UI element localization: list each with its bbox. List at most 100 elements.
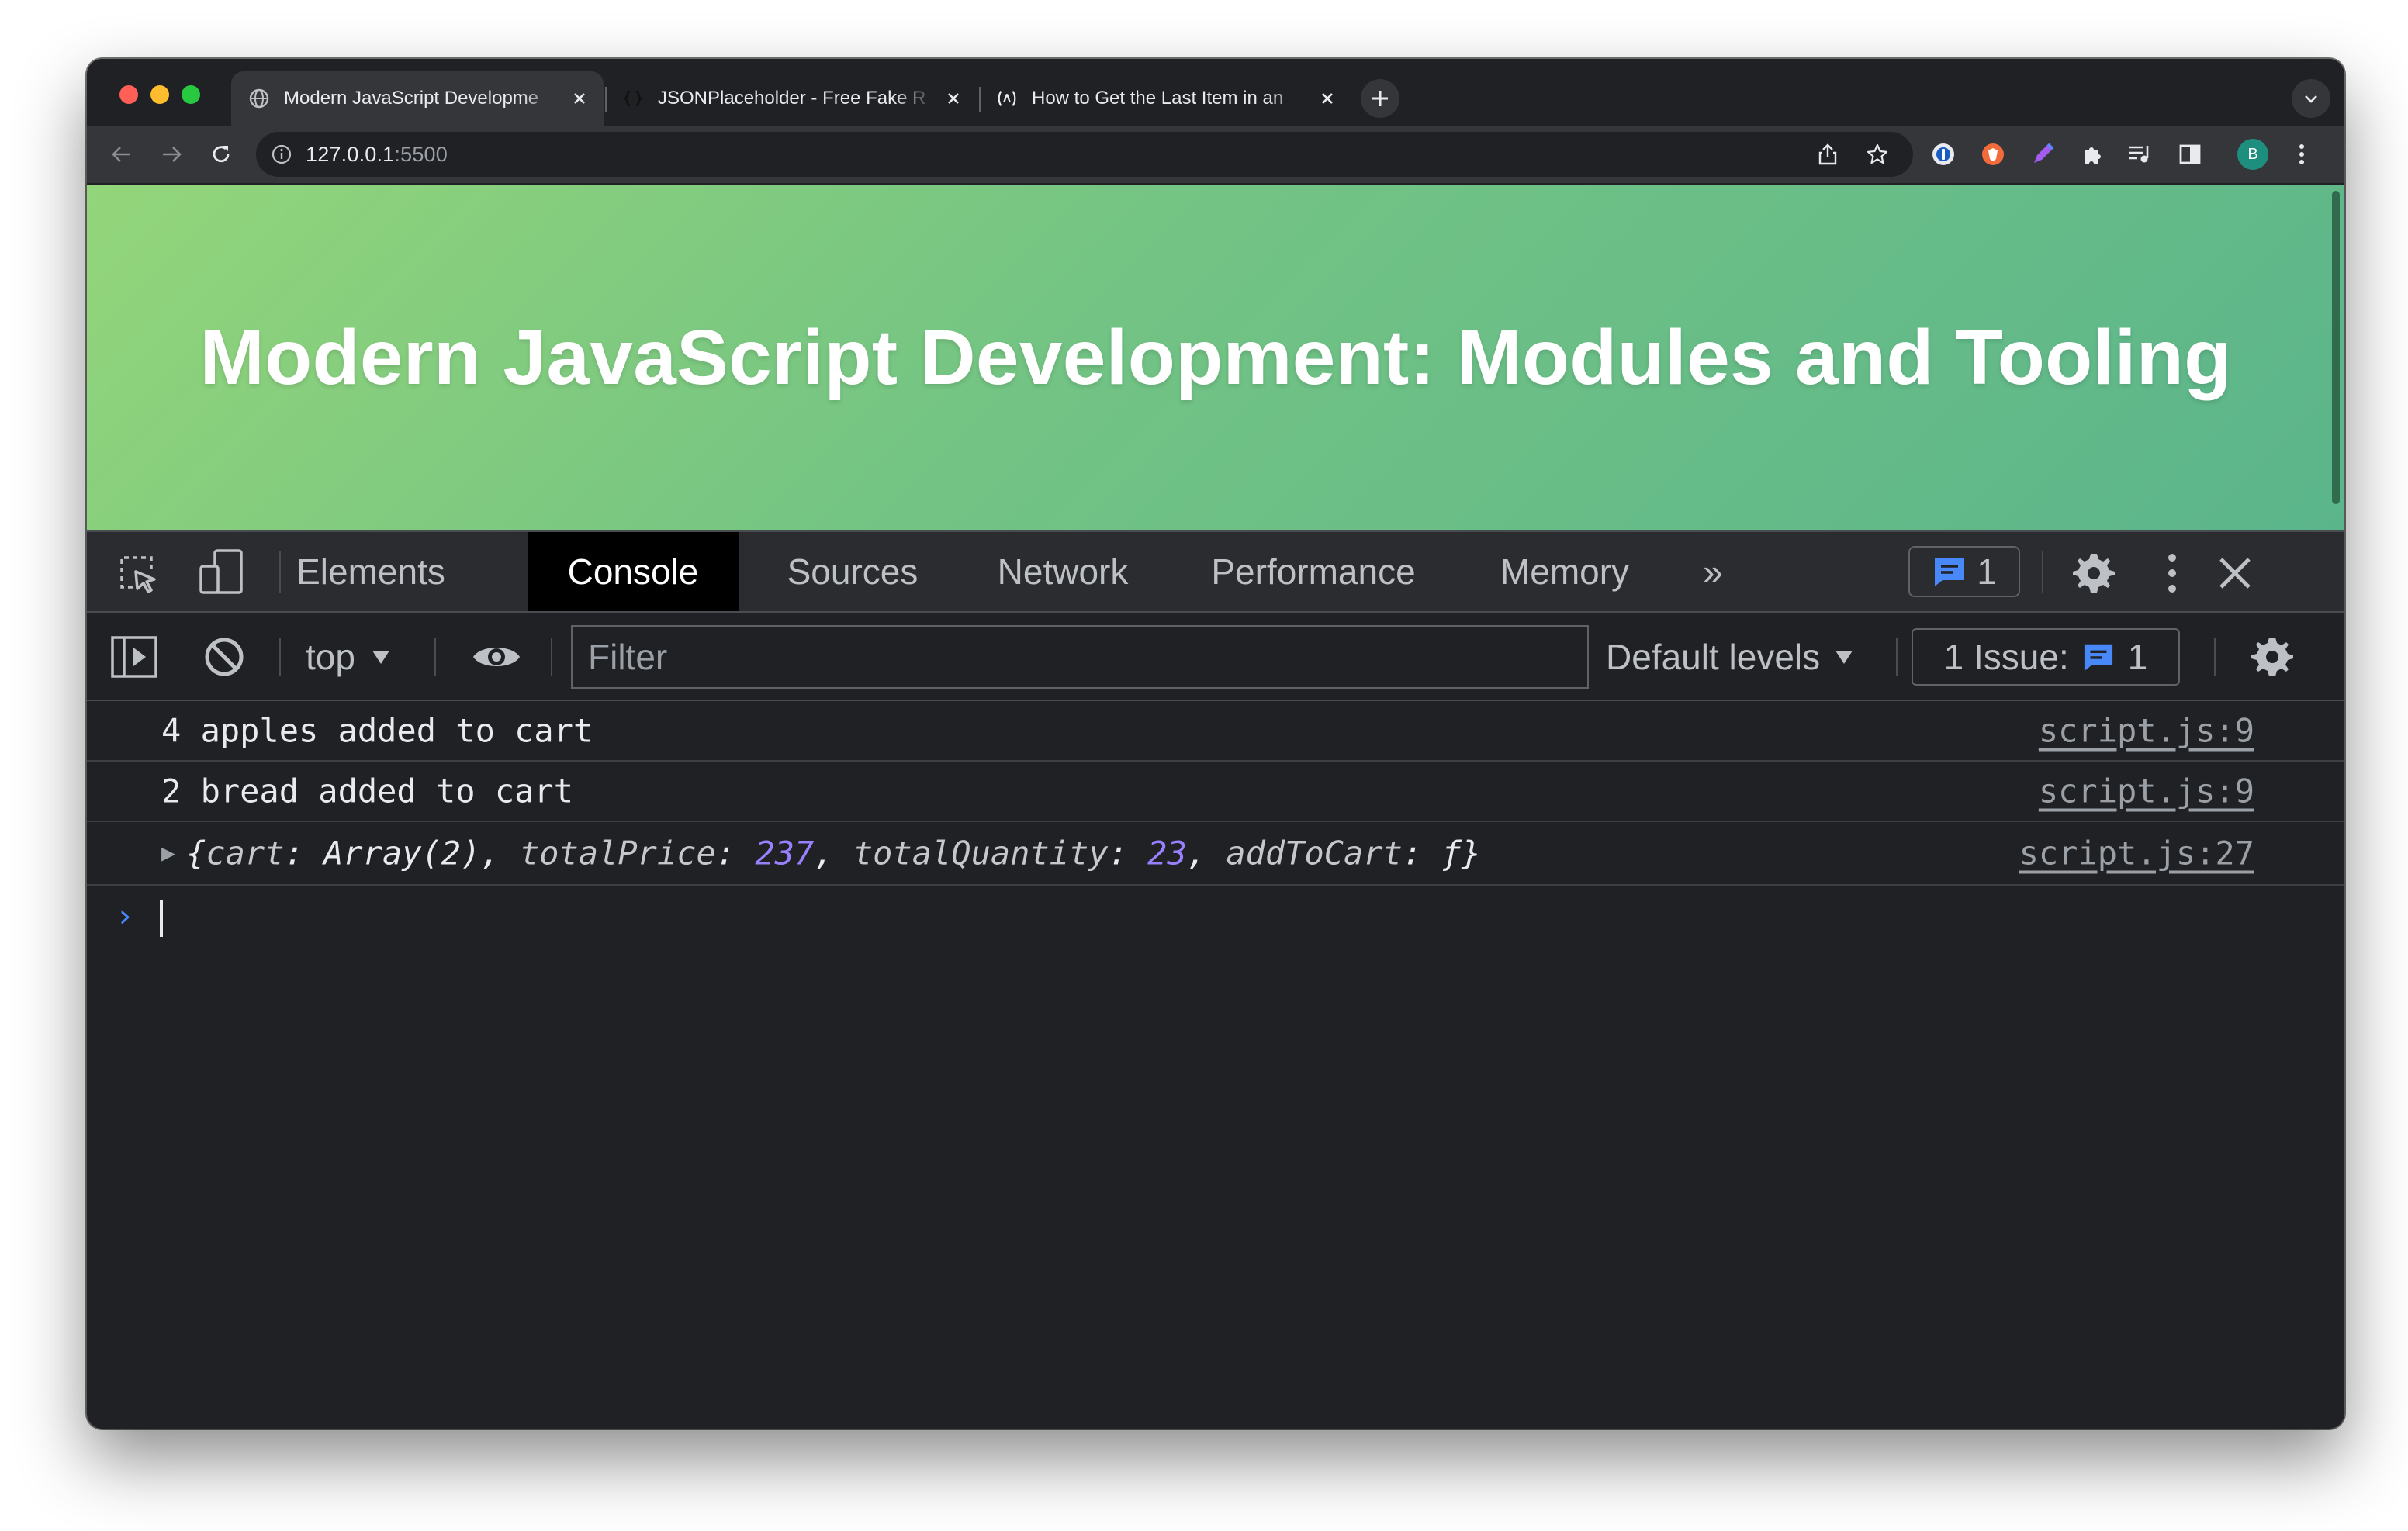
messages-badge[interactable]: 1 (1908, 546, 2020, 597)
tab-elements[interactable]: Elements (296, 532, 445, 611)
object-preview[interactable]: ▶ {cart: Array(2), totalPrice: 237, total… (161, 835, 1481, 873)
message-icon (2084, 644, 2112, 672)
toolbar-divider (2042, 551, 2043, 593)
console-prompt[interactable]: › (87, 886, 2344, 948)
tab-console[interactable]: Console (528, 532, 739, 611)
object-punct: , (480, 834, 520, 873)
live-expression-eye-icon[interactable] (465, 631, 528, 683)
tab-strip: Modern JavaScript Developme JSONPlacehol… (87, 59, 2344, 126)
toolbar-divider (279, 638, 281, 676)
media-control-icon[interactable] (2126, 140, 2155, 169)
object-punct: : (284, 834, 324, 873)
dropdown-arrow-icon (1835, 651, 1853, 664)
maximize-window-button[interactable] (182, 85, 200, 104)
brave-lion-icon[interactable] (1978, 140, 2008, 169)
source-link[interactable]: script.js:9 (2039, 772, 2254, 810)
reload-button[interactable] (203, 137, 239, 172)
puzzle-icon[interactable] (2078, 140, 2107, 169)
devtools-settings-gear-icon[interactable] (2068, 548, 2119, 599)
devtools-more-icon[interactable] (2157, 548, 2188, 599)
log-levels-dropdown[interactable]: Default levels (1606, 631, 1854, 683)
close-tab-icon[interactable] (568, 87, 591, 110)
close-tab-icon[interactable] (1316, 87, 1339, 110)
tab-network[interactable]: Network (985, 532, 1140, 611)
browser-tab[interactable]: How to Get the Last Item in an (979, 71, 1351, 126)
sidepanel-icon[interactable] (2175, 140, 2205, 169)
tab-title: Modern JavaScript Developme (284, 88, 539, 109)
page-viewport: Modern JavaScript Development: Modules a… (87, 185, 2344, 530)
freecodecamp-icon (996, 88, 1018, 109)
object-brace: { (186, 834, 206, 873)
tab-memory[interactable]: Memory (1482, 532, 1648, 611)
browser-tab-active[interactable]: Modern JavaScript Developme (231, 71, 604, 126)
chevron-down-icon (2305, 95, 2317, 103)
jsonplaceholder-icon (622, 88, 644, 109)
context-value: top (306, 637, 355, 677)
log-levels-label: Default levels (1606, 637, 1821, 677)
url-text: 127.0.0.1:5500 (306, 143, 448, 167)
expand-triangle-icon[interactable]: ▶ (161, 840, 175, 867)
toolbar-divider (279, 551, 281, 593)
tab-search-button[interactable] (2292, 79, 2330, 118)
reload-icon (213, 146, 230, 163)
1password-icon[interactable] (1929, 140, 1958, 169)
close-tab-icon[interactable] (942, 87, 965, 110)
browser-window: Modern JavaScript Developme JSONPlacehol… (87, 59, 2344, 1429)
object-value: 23 (1147, 834, 1187, 873)
address-bar[interactable]: 127.0.0.1:5500 (256, 132, 1913, 177)
page-scrollbar[interactable] (2332, 191, 2340, 504)
plus-icon (1372, 91, 1388, 106)
toolbar-divider (434, 638, 436, 676)
source-link[interactable]: script.js:9 (2039, 712, 2254, 750)
clear-console-icon[interactable] (199, 631, 250, 683)
close-devtools-icon[interactable] (2209, 548, 2261, 599)
prompt-chevron-icon: › (115, 897, 135, 935)
object-punct: : (1108, 834, 1148, 873)
console-filter[interactable] (571, 625, 1589, 689)
tab-title: How to Get the Last Item in an (1032, 88, 1284, 109)
back-button[interactable] (104, 137, 140, 172)
browser-tab[interactable]: JSONPlaceholder - Free Fake R (605, 71, 977, 126)
inspect-element-icon[interactable] (112, 548, 163, 599)
show-sidebar-icon[interactable] (109, 631, 160, 683)
share-icon[interactable] (1815, 142, 1840, 167)
tab-sources[interactable]: Sources (771, 532, 934, 611)
console-messages: 4 apples added to cart script.js:9 2 bre… (87, 701, 2344, 948)
bookmark-star-icon[interactable] (1865, 142, 1890, 167)
tab-title: JSONPlaceholder - Free Fake R (658, 88, 926, 109)
browser-menu-icon[interactable] (2287, 140, 2316, 169)
object-punct: , (814, 834, 853, 873)
close-window-button[interactable] (119, 85, 138, 104)
source-link[interactable]: script.js:27 (2019, 835, 2254, 873)
devtools-panel: Elements Console Sources Network Perform… (87, 530, 2344, 1429)
dropdown-arrow-icon (372, 651, 389, 664)
url-host: 127.0.0.1 (306, 142, 395, 166)
object-punct: , (1186, 834, 1226, 873)
url-port: :5500 (394, 142, 448, 166)
console-message-object[interactable]: ▶ {cart: Array(2), totalPrice: 237, total… (87, 822, 2344, 886)
issues-label: 1 Issue: (1943, 637, 2069, 677)
context-selector[interactable]: top (306, 631, 391, 683)
object-value: Array(2) (323, 834, 481, 873)
object-key: totalQuantity (853, 834, 1109, 873)
issues-button[interactable]: 1 Issue: 1 (1912, 628, 2180, 686)
messages-count: 1 (1977, 551, 1997, 592)
new-tab-button[interactable] (1361, 79, 1399, 118)
console-toolbar: top Default levels 1 Issue: 1 (87, 613, 2344, 701)
device-toolbar-icon[interactable] (195, 546, 247, 597)
object-brace: } (1461, 834, 1482, 873)
info-icon[interactable] (272, 144, 292, 164)
minimize-window-button[interactable] (150, 85, 169, 104)
console-settings-gear-icon[interactable] (2247, 631, 2298, 683)
tab-performance[interactable]: Performance (1195, 532, 1432, 611)
arrow-left-icon (112, 147, 130, 162)
forward-button[interactable] (154, 137, 189, 172)
profile-avatar[interactable]: B (2237, 139, 2268, 170)
object-value: ƒ (1441, 834, 1462, 873)
more-tabs-icon[interactable]: » (1693, 532, 1733, 611)
toolbar-divider (1896, 638, 1898, 676)
pen-icon[interactable] (2028, 140, 2057, 169)
filter-input[interactable] (586, 635, 1587, 679)
console-message: 2 bread added to cart script.js:9 (87, 762, 2344, 822)
object-key: cart (206, 834, 285, 873)
